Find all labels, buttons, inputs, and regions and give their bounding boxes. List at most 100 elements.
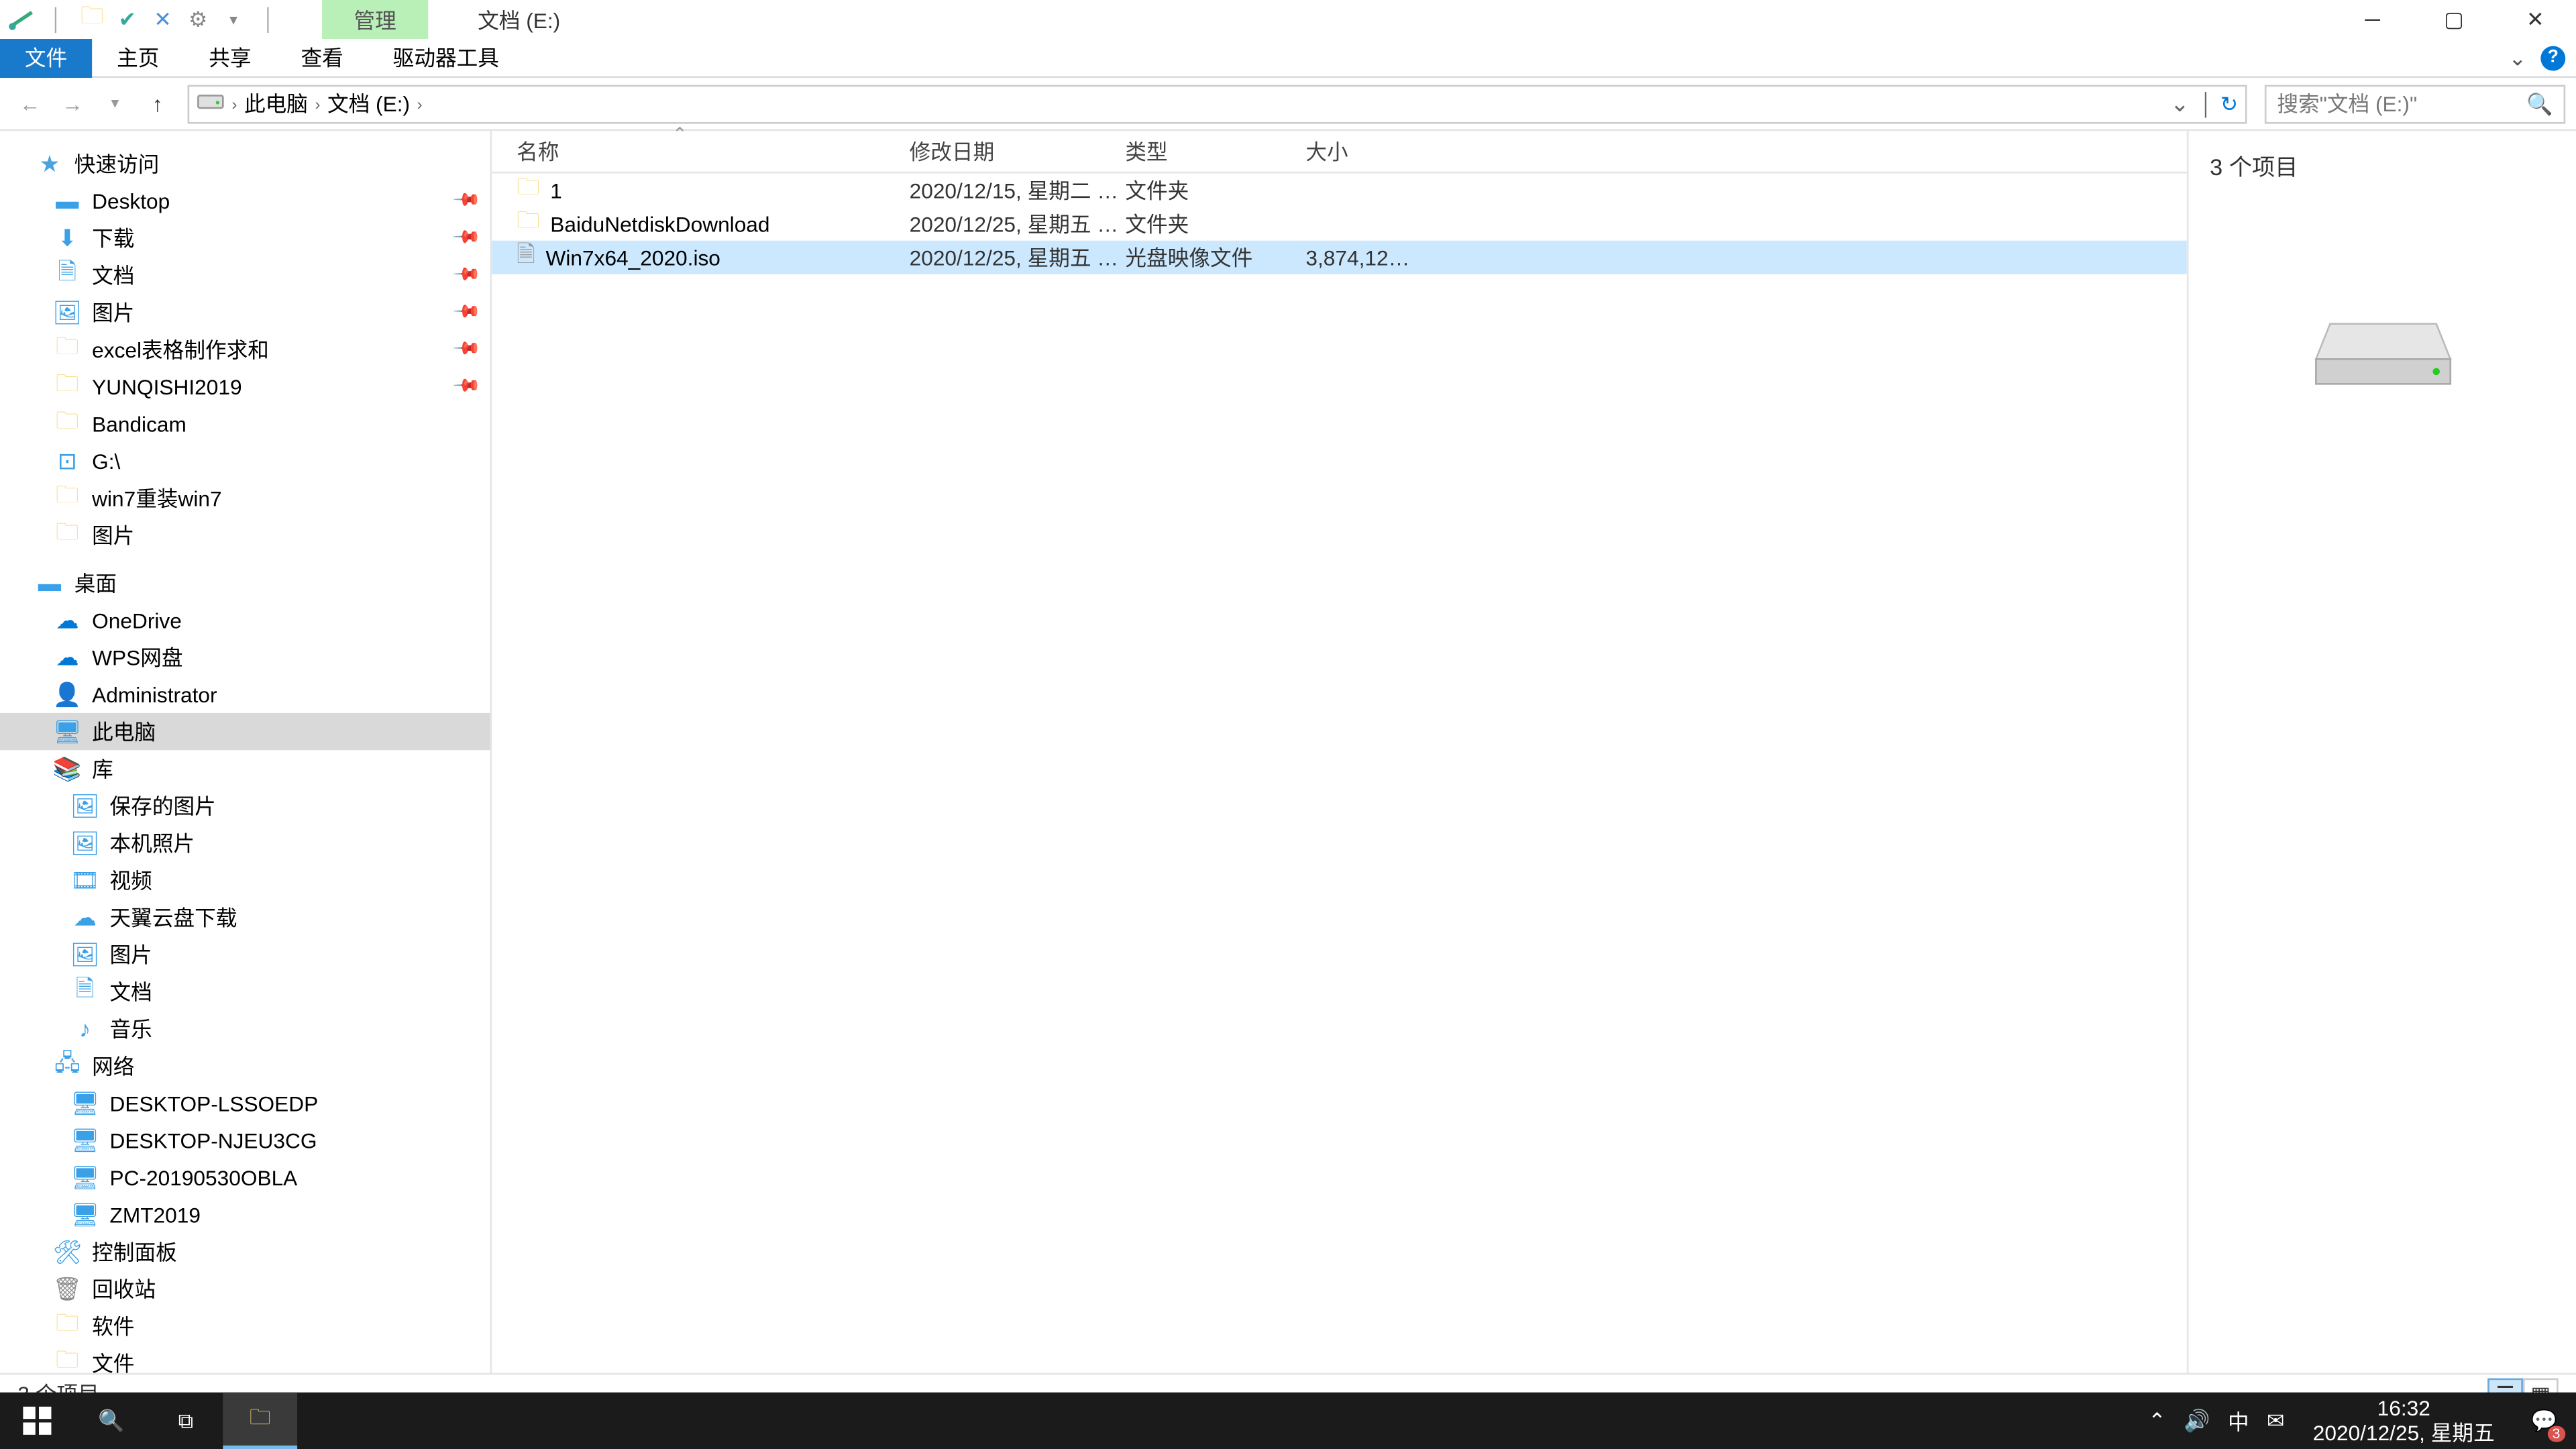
sidebar-item-yunqishi[interactable]: 🗀YUNQISHI2019📌	[0, 368, 490, 405]
sidebar-item-control-panel[interactable]: 🛠控制面板	[0, 1233, 490, 1270]
desktop-root[interactable]: ▬桌面	[0, 564, 490, 601]
close-x-icon[interactable]: ✕	[149, 5, 177, 34]
sidebar-item-label: Bandicam	[92, 411, 186, 436]
check-icon[interactable]: ✔	[113, 5, 142, 34]
column-header-type[interactable]: 类型	[1125, 136, 1305, 166]
refresh-icon[interactable]: ↻	[2220, 91, 2239, 116]
up-button[interactable]: ↑	[138, 84, 177, 123]
file-row[interactable]: 🗀1 2020/12/15, 星期二 1... 文件夹	[492, 173, 2187, 207]
tab-share[interactable]: 共享	[184, 38, 276, 77]
sidebar-item-saved-pictures[interactable]: 🖼保存的图片	[0, 788, 490, 824]
sidebar-item-music[interactable]: ♪音乐	[0, 1010, 490, 1047]
folder-icon[interactable]: 🗀	[78, 5, 106, 34]
address-dropdown-icon[interactable]: ⌄	[2167, 89, 2193, 117]
sidebar-item-label: 图片	[110, 939, 152, 969]
pc-icon: 🖥	[70, 1089, 99, 1117]
sidebar-item-network[interactable]: 🖧 网络	[0, 1047, 490, 1084]
sidebar-item-docs-lib[interactable]: 🗎文档	[0, 973, 490, 1010]
pc-icon: 🖥	[70, 1126, 99, 1155]
system-tray: ⌃ 🔊 中 ✉ 16:32 2020/12/25, 星期五 💬3	[2148, 1395, 2576, 1446]
sidebar-item-onedrive[interactable]: ☁OneDrive	[0, 602, 490, 639]
file-row[interactable]: 🗎Win7x64_2020.iso 2020/12/25, 星期五 1... 光…	[492, 241, 2187, 274]
gear-icon[interactable]: ⚙	[184, 5, 212, 34]
sidebar-item-camera-roll[interactable]: 🖼本机照片	[0, 824, 490, 861]
chevron-right-icon[interactable]: ›	[417, 95, 423, 112]
pictures-icon: 🖼	[70, 792, 99, 820]
sidebar-item-this-pc[interactable]: 🖥此电脑	[0, 713, 490, 750]
sidebar-item-videos[interactable]: 🎞视频	[0, 861, 490, 898]
breadcrumb[interactable]: › 此电脑 › 文档 (E:) › ⌄ │ ↻	[188, 84, 2247, 123]
search-input[interactable]: 搜索"文档 (E:)" 🔍	[2265, 84, 2565, 123]
tray-overflow-icon[interactable]: ⌃	[2148, 1408, 2166, 1433]
sidebar-item-net-pc[interactable]: 🖥PC-20190530OBLA	[0, 1159, 490, 1195]
sidebar-item-label: 网络	[92, 1051, 134, 1081]
sidebar-item-downloads[interactable]: ⬇下载📌	[0, 219, 490, 256]
chevron-right-icon[interactable]: ›	[231, 95, 237, 112]
search-button[interactable]: 🔍	[74, 1393, 149, 1449]
help-icon[interactable]: ?	[2540, 45, 2565, 70]
sidebar-item-label: 文件	[92, 1348, 134, 1373]
folder-icon: 🗀	[53, 335, 81, 364]
breadcrumb-this-pc[interactable]: 此电脑	[244, 89, 308, 119]
forward-button[interactable]: →	[53, 84, 92, 123]
volume-icon[interactable]: 🔊	[2184, 1408, 2210, 1433]
quick-access-toolbar: │ 🗀 ✔ ✕ ⚙ ▾ │	[0, 5, 283, 34]
app-icon	[7, 5, 36, 34]
file-date: 2020/12/25, 星期五 1...	[910, 209, 1126, 239]
minimize-button[interactable]: ─	[2332, 0, 2413, 39]
quick-access-root[interactable]: ★ 快速访问	[0, 145, 490, 182]
sidebar-item-net-pc[interactable]: 🖥DESKTOP-LSSOEDP	[0, 1085, 490, 1122]
network-icon: 🖧	[53, 1052, 81, 1080]
column-header-name[interactable]: 名称⌃	[517, 136, 910, 166]
sidebar-item-pictures2[interactable]: 🗀图片	[0, 517, 490, 553]
tab-home[interactable]: 主页	[92, 38, 184, 77]
explorer-taskbar-button[interactable]: 🗀	[223, 1393, 297, 1449]
sidebar-item-software[interactable]: 🗀软件	[0, 1307, 490, 1344]
sidebar-item-bandicam[interactable]: 🗀Bandicam	[0, 405, 490, 442]
folder-icon: 🗀	[53, 372, 81, 400]
close-button[interactable]: ✕	[2495, 0, 2576, 39]
search-icon[interactable]: 🔍	[2526, 91, 2553, 116]
sidebar-item-documents[interactable]: 🗎文档📌	[0, 256, 490, 293]
pin-icon: 📌	[450, 372, 480, 401]
maximize-button[interactable]: ▢	[2413, 0, 2494, 39]
sidebar-item-files[interactable]: 🗀文件	[0, 1344, 490, 1373]
task-view-button[interactable]: ⧉	[149, 1393, 223, 1449]
sidebar-item-win7[interactable]: 🗀win7重装win7	[0, 480, 490, 517]
control-panel-icon: 🛠	[53, 1238, 81, 1266]
qat-dropdown-icon[interactable]: ▾	[219, 5, 248, 34]
column-header-size[interactable]: 大小	[1305, 136, 1411, 166]
sidebar-item-desktop[interactable]: ▬Desktop📌	[0, 182, 490, 219]
breadcrumb-drive[interactable]: 文档 (E:)	[327, 89, 410, 119]
notification-center-button[interactable]: 💬3	[2523, 1399, 2565, 1442]
title-bar: │ 🗀 ✔ ✕ ⚙ ▾ │ 管理 文档 (E:) ─ ▢ ✕	[0, 0, 2576, 39]
column-header-date[interactable]: 修改日期	[910, 136, 1126, 166]
sidebar-item-pictures-lib[interactable]: 🖼图片	[0, 936, 490, 973]
ribbon-collapse-icon[interactable]: ⌄	[2509, 45, 2527, 70]
sidebar-item-administrator[interactable]: 👤Administrator	[0, 676, 490, 712]
tab-file[interactable]: 文件	[0, 38, 92, 77]
sidebar-item-g-drive[interactable]: ⊡G:\	[0, 442, 490, 479]
sidebar-item-pictures[interactable]: 🖼图片📌	[0, 294, 490, 331]
file-name: 1	[550, 178, 562, 203]
sidebar-item-library[interactable]: 📚库	[0, 750, 490, 787]
file-row[interactable]: 🗀BaiduNetdiskDownload 2020/12/25, 星期五 1.…	[492, 207, 2187, 241]
sidebar-item-net-pc[interactable]: 🖥DESKTOP-NJEU3CG	[0, 1122, 490, 1159]
tab-drive-tools[interactable]: 驱动器工具	[368, 38, 524, 77]
sidebar-item-tianyi[interactable]: ☁天翼云盘下载	[0, 899, 490, 936]
ime-indicator[interactable]: 中	[2228, 1405, 2249, 1436]
sidebar-item-net-pc[interactable]: 🖥ZMT2019	[0, 1196, 490, 1233]
mail-icon[interactable]: ✉	[2267, 1408, 2285, 1433]
back-button[interactable]: ←	[11, 84, 50, 123]
pin-icon: 📌	[450, 298, 480, 327]
sidebar-item-recycle[interactable]: 🗑回收站	[0, 1271, 490, 1307]
sidebar-item-excel[interactable]: 🗀excel表格制作求和📌	[0, 331, 490, 368]
sidebar-item-wps[interactable]: ☁WPS网盘	[0, 639, 490, 676]
recent-dropdown-icon[interactable]: ▾	[95, 84, 134, 123]
ribbon-context-tab[interactable]: 管理	[322, 0, 428, 39]
start-button[interactable]	[0, 1393, 74, 1449]
tab-view[interactable]: 查看	[276, 38, 368, 77]
sidebar-item-label: G:\	[92, 449, 120, 474]
chevron-right-icon[interactable]: ›	[315, 95, 320, 112]
taskbar-clock[interactable]: 16:32 2020/12/25, 星期五	[2302, 1395, 2506, 1446]
